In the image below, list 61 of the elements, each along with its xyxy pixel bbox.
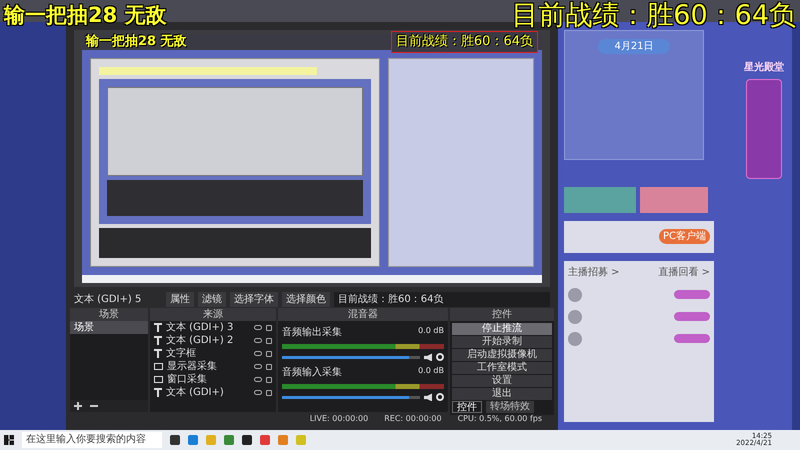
source-item[interactable]: 文本 (GDI+) 2 bbox=[166, 333, 250, 348]
source-item[interactable]: 显示器采集 bbox=[167, 359, 250, 374]
panel-link[interactable]: 直播回看 > bbox=[658, 264, 710, 280]
panel-link[interactable]: 主播招募 > bbox=[568, 264, 620, 280]
status-text: CPU: 0.5%, 60.00 fps bbox=[458, 413, 542, 426]
preview-overlay-text: 输一把抽28 无敌 bbox=[86, 33, 187, 52]
speaker-icon[interactable] bbox=[424, 393, 432, 402]
channel-name: 音频输出采集 bbox=[282, 326, 342, 340]
dock-title: 场景 bbox=[70, 308, 148, 322]
control-button[interactable]: 工作室模式 bbox=[452, 362, 552, 374]
selected-source-label: 文本 (GDI+) 5 bbox=[74, 292, 142, 308]
rank-badge-icon bbox=[674, 312, 710, 321]
rank-badge-icon bbox=[674, 290, 710, 299]
rank-badge-icon bbox=[674, 334, 710, 343]
overlay-text: 输一把抽28 无敌 bbox=[4, 2, 167, 28]
category-tile bbox=[640, 186, 708, 212]
toolbar-button[interactable]: 选择颜色 bbox=[282, 292, 330, 308]
toolbar-button[interactable]: 滤镜 bbox=[198, 292, 226, 308]
settings-icon[interactable] bbox=[436, 353, 444, 362]
remove-icon[interactable] bbox=[90, 405, 98, 408]
source-item[interactable]: 窗口采集 bbox=[167, 372, 250, 388]
toolbar-button[interactable]: 属性 bbox=[166, 292, 194, 308]
control-button[interactable]: 退出 bbox=[452, 388, 552, 400]
channel-reading: 0.0 dB bbox=[418, 365, 444, 378]
control-button[interactable]: 启动虚拟摄像机 bbox=[452, 349, 552, 362]
speaker-icon[interactable] bbox=[424, 353, 432, 362]
dock-title: 混音器 bbox=[278, 308, 448, 322]
taskbar-search-field[interactable]: 在这里输入你要搜索的内容 bbox=[22, 432, 162, 448]
channel-name: 音频输入采集 bbox=[282, 366, 342, 380]
control-button[interactable]: 设置 bbox=[452, 375, 552, 388]
text-type-icon bbox=[154, 323, 162, 332]
date-pill: 4月21日 bbox=[598, 39, 670, 54]
avatar-icon bbox=[568, 332, 582, 346]
source-item[interactable]: 文本 (GDI+) bbox=[166, 385, 250, 400]
source-item[interactable]: 文字框 bbox=[166, 346, 250, 362]
category-tile bbox=[564, 186, 636, 212]
settings-icon[interactable] bbox=[436, 393, 444, 402]
dock-tab[interactable]: 控件 bbox=[452, 401, 482, 414]
control-button[interactable]: 开始录制 bbox=[452, 336, 552, 348]
control-button[interactable]: 停止推流 bbox=[452, 323, 552, 336]
scene-item[interactable]: 场景 bbox=[70, 321, 148, 334]
text-type-icon bbox=[154, 349, 162, 358]
toolbar-button[interactable]: 选择字体 bbox=[230, 292, 278, 308]
dock-tab[interactable]: 转场特效 bbox=[486, 401, 534, 414]
volume-slider[interactable] bbox=[282, 396, 420, 399]
status-text: LIVE: 00:00:00 bbox=[310, 413, 368, 426]
dock-title: 来源 bbox=[150, 308, 276, 322]
channel-reading: 0.0 dB bbox=[418, 325, 444, 338]
banner-title: 星光殿堂 bbox=[744, 62, 784, 74]
avatar-icon bbox=[568, 288, 582, 302]
source-item[interactable]: 文本 (GDI+) 3 bbox=[166, 320, 250, 336]
status-text: REC: 00:00:00 bbox=[384, 413, 442, 426]
add-icon[interactable] bbox=[74, 402, 82, 410]
dock-title: 控件 bbox=[450, 308, 554, 322]
avatar-icon bbox=[568, 310, 582, 324]
preview-overlay-text: 目前战绩：胜60：64负 bbox=[390, 31, 538, 53]
text-type-icon bbox=[154, 336, 162, 346]
text-input-field[interactable]: 目前战绩：胜60：64负 bbox=[334, 292, 550, 308]
volume-slider[interactable] bbox=[282, 356, 420, 359]
text-type-icon bbox=[154, 388, 162, 398]
windows-logo-icon[interactable] bbox=[4, 435, 14, 445]
